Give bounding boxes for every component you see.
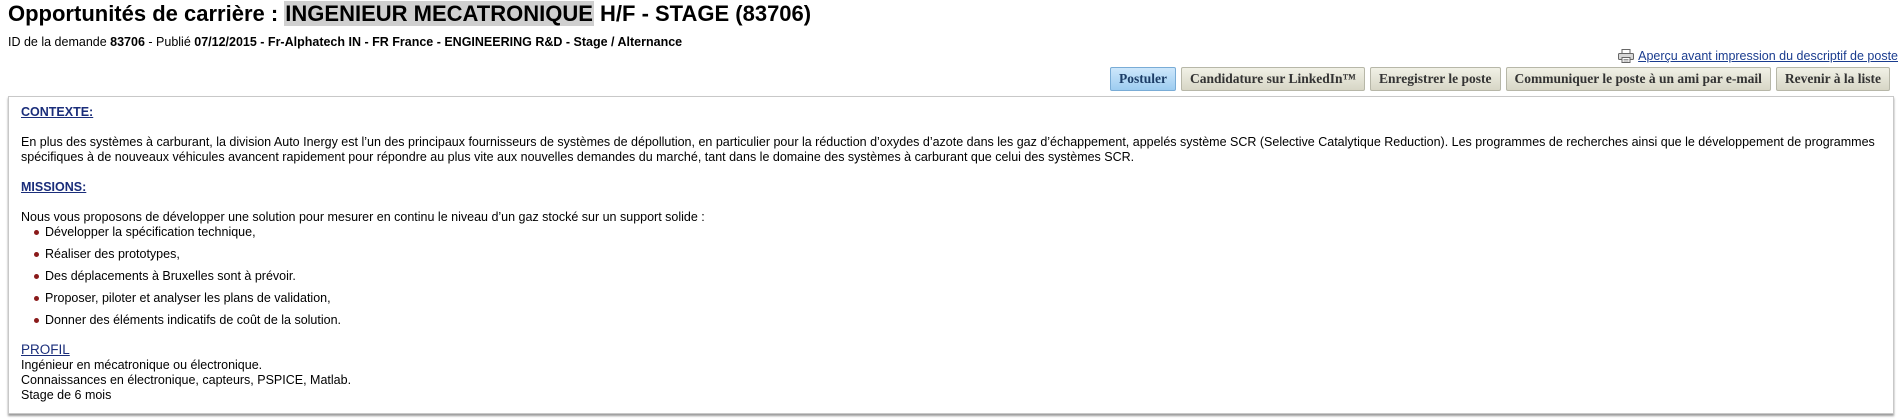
id-label: ID de la demande (8, 35, 111, 49)
print-preview-label: Aperçu avant impression du descriptif de… (1638, 49, 1898, 63)
list-item: Réaliser des prototypes, (33, 247, 1881, 262)
list-item: Proposer, piloter et analyser les plans … (33, 291, 1881, 306)
list-item: Donner des éléments indicatifs de coût d… (33, 313, 1881, 328)
apply-button[interactable]: Postuler (1109, 67, 1176, 91)
context-heading: CONTEXTE: (21, 105, 94, 119)
print-preview-link[interactable]: Aperçu avant impression du descriptif de… (1618, 49, 1898, 63)
job-details: - Fr-Alphatech IN - FR France - ENGINEER… (256, 35, 683, 49)
title-highlight: INGENIEUR MECATRONIQUE (284, 1, 594, 26)
published-label: - Publié (144, 35, 195, 49)
job-description-panel: CONTEXTE: En plus des systèmes à carbura… (8, 96, 1894, 414)
title-prefix: Opportunités de carrière : (8, 1, 285, 26)
missions-intro: Nous vous proposons de développer une so… (21, 210, 705, 224)
profile-line: Stage de 6 mois (21, 388, 112, 402)
action-toolbar: Postuler Candidature sur LinkedIn™ Enreg… (1109, 67, 1890, 91)
list-item: Des déplacements à Bruxelles sont à prév… (33, 269, 1881, 284)
share-job-button[interactable]: Communiquer le poste à un ami par e-mail (1505, 67, 1771, 91)
linkedin-apply-button[interactable]: Candidature sur LinkedIn™ (1180, 67, 1366, 91)
save-job-button[interactable]: Enregistrer le poste (1370, 67, 1501, 91)
job-meta: ID de la demande 83706 - Publié 07/12/20… (8, 35, 682, 49)
back-to-list-button[interactable]: Revenir à la liste (1775, 67, 1890, 91)
published-date: 07/12/2015 (194, 35, 257, 49)
printer-icon (1618, 49, 1635, 63)
profile-heading: PROFIL (21, 342, 70, 357)
page-title: Opportunités de carrière : INGENIEUR MEC… (8, 1, 811, 27)
id-value: 83706 (110, 35, 145, 49)
profile-line: Connaissances en électronique, capteurs,… (21, 373, 352, 387)
missions-list: Développer la spécification technique, R… (21, 225, 1881, 328)
context-text: En plus des systèmes à carburant, la div… (21, 135, 1875, 164)
list-item: Développer la spécification technique, (33, 225, 1881, 240)
title-suffix: H/F - STAGE (83706) (593, 1, 812, 26)
missions-heading: MISSIONS: (21, 180, 87, 194)
profile-line: Ingénieur en mécatronique ou électroniqu… (21, 358, 263, 372)
